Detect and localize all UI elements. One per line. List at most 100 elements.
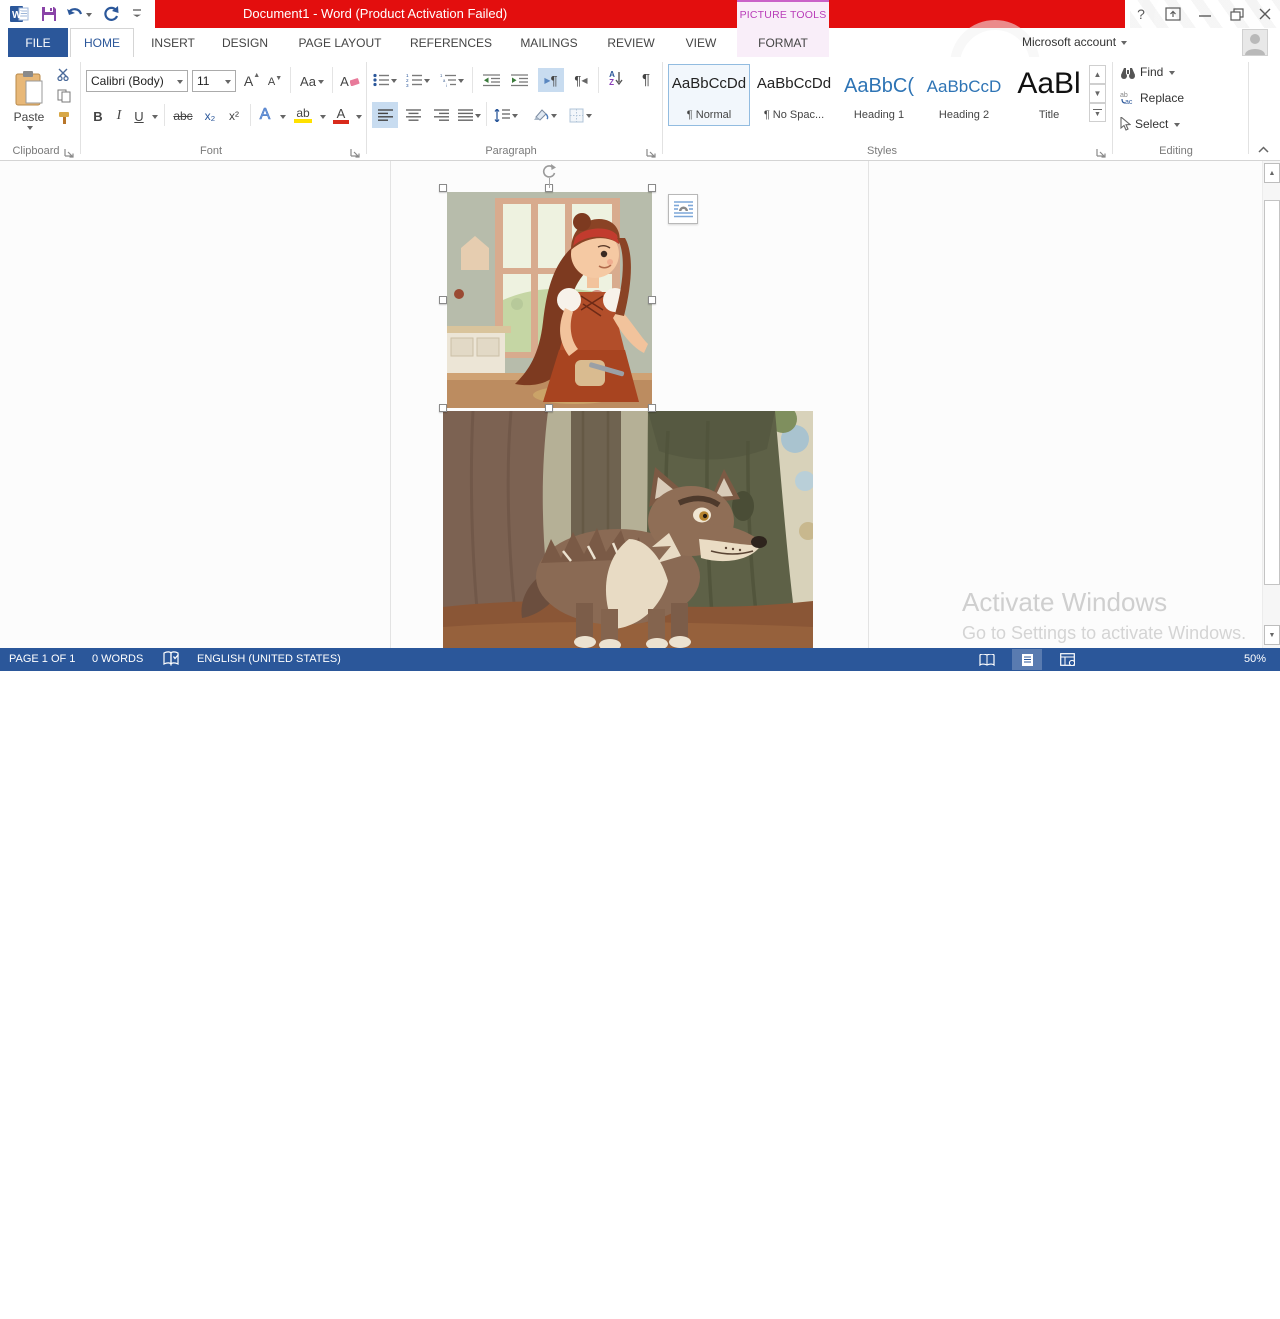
underline-caret[interactable] <box>148 104 160 128</box>
styles-dialog-launcher[interactable] <box>1096 146 1107 158</box>
tab-page-layout[interactable]: PAGE LAYOUT <box>286 28 394 57</box>
page-indicator[interactable]: PAGE 1 OF 1 <box>9 653 75 665</box>
line-spacing-button[interactable] <box>490 102 522 128</box>
font-size-combobox[interactable]: 11 <box>192 70 236 92</box>
text-effects-caret[interactable] <box>276 104 288 128</box>
bold-button[interactable]: B <box>88 104 108 128</box>
rotation-handle[interactable] <box>541 163 557 179</box>
justify-button[interactable] <box>456 102 482 128</box>
strikethrough-button[interactable]: abc <box>168 104 198 128</box>
collapse-ribbon-button[interactable] <box>1252 141 1274 157</box>
resize-handle-bottom-center[interactable] <box>545 404 553 412</box>
change-case-button[interactable]: Aa <box>294 70 330 92</box>
undo-icon[interactable] <box>64 3 94 25</box>
show-hide-pilcrow-button[interactable]: ¶ <box>634 66 658 92</box>
font-color-caret[interactable] <box>352 104 364 128</box>
style-normal[interactable]: AaBbCcDd ¶ Normal <box>668 64 750 126</box>
resize-handle-middle-left[interactable] <box>439 296 447 304</box>
proofing-status-icon[interactable] <box>163 651 180 669</box>
text-highlight-button[interactable]: ab <box>290 102 316 128</box>
tab-insert[interactable]: INSERT <box>142 28 204 57</box>
tab-design[interactable]: DESIGN <box>212 28 278 57</box>
tab-file[interactable]: FILE <box>8 28 68 57</box>
zoom-out-button[interactable] <box>1080 1296 1100 1319</box>
clipboard-dialog-launcher[interactable] <box>64 146 75 158</box>
sort-button[interactable]: AZ <box>602 66 630 92</box>
resize-handle-middle-right[interactable] <box>648 296 656 304</box>
copy-button[interactable] <box>52 87 76 105</box>
paste-button[interactable]: Paste <box>6 62 52 140</box>
read-mode-button[interactable] <box>972 649 1002 670</box>
help-button[interactable]: ? <box>1126 0 1156 28</box>
word-app-icon[interactable]: W <box>8 3 32 25</box>
resize-handle-top-right[interactable] <box>648 184 656 192</box>
document-canvas[interactable]: Activate Windows Go to Settings to activ… <box>0 161 1280 648</box>
save-icon[interactable] <box>38 3 60 25</box>
numbering-button[interactable]: 123 <box>404 68 432 92</box>
clear-formatting-button[interactable]: A <box>336 70 364 92</box>
resize-handle-bottom-right[interactable] <box>648 404 656 412</box>
style-heading-1[interactable]: AaBbC( Heading 1 <box>838 64 920 126</box>
style-title[interactable]: AaBl Title <box>1008 64 1090 126</box>
resize-handle-top-left[interactable] <box>439 184 447 192</box>
decrease-indent-button[interactable] <box>478 68 504 92</box>
zoom-slider-thumb[interactable] <box>1130 1301 1136 1314</box>
subscript-button[interactable]: x₂ <box>198 104 222 128</box>
girl-picture[interactable] <box>447 192 652 408</box>
text-highlight-caret[interactable] <box>316 104 328 128</box>
close-button[interactable] <box>1252 0 1278 28</box>
zoom-in-button[interactable] <box>1218 1296 1238 1319</box>
tab-references[interactable]: REFERENCES <box>400 28 502 57</box>
restore-button[interactable] <box>1222 0 1252 28</box>
minimize-button[interactable] <box>1190 0 1220 28</box>
redo-icon[interactable] <box>100 3 122 25</box>
style-heading-2[interactable]: AaBbCcD Heading 2 <box>923 64 1005 126</box>
paragraph-dialog-launcher[interactable] <box>646 146 657 158</box>
select-button[interactable]: Select <box>1120 117 1181 131</box>
increase-indent-button[interactable] <box>506 68 532 92</box>
resize-handle-bottom-left[interactable] <box>439 404 447 412</box>
format-painter-button[interactable] <box>52 109 76 127</box>
zoom-level[interactable]: 50% <box>1244 653 1266 665</box>
word-count[interactable]: 0 WORDS <box>92 653 143 665</box>
borders-button[interactable] <box>564 102 596 128</box>
font-name-combobox[interactable]: Calibri (Body) <box>86 70 188 92</box>
bullets-button[interactable] <box>372 68 398 92</box>
wolf-picture[interactable] <box>443 411 813 648</box>
text-effects-button[interactable]: A <box>254 102 276 128</box>
cut-button[interactable] <box>52 65 76 83</box>
ribbon-display-options-button[interactable] <box>1158 0 1188 28</box>
language-indicator[interactable]: ENGLISH (UNITED STATES) <box>197 653 341 665</box>
scroll-up-button[interactable]: ▲ <box>1264 163 1280 183</box>
replace-button[interactable]: ab ac Replace <box>1120 91 1184 105</box>
align-right-button[interactable] <box>428 102 454 128</box>
grow-font-button[interactable]: A ▲ <box>240 70 264 92</box>
tab-review[interactable]: REVIEW <box>596 28 666 57</box>
align-left-button[interactable] <box>372 102 398 128</box>
italic-button[interactable]: I <box>110 104 128 128</box>
align-center-button[interactable] <box>400 102 426 128</box>
ltr-text-direction-button[interactable]: ▶ ¶ <box>538 68 564 92</box>
shrink-font-button[interactable]: A ▼ <box>264 72 286 92</box>
tab-mailings[interactable]: MAILINGS <box>508 28 590 57</box>
style-no-spacing[interactable]: AaBbCcDd ¶ No Spac... <box>753 64 835 126</box>
tab-view[interactable]: VIEW <box>672 28 730 57</box>
vertical-scrollbar[interactable]: ▲ ▼ <box>1262 161 1280 648</box>
shading-button[interactable] <box>528 102 560 128</box>
account-avatar[interactable] <box>1242 29 1268 56</box>
styles-scroll-up-button[interactable]: ▲ <box>1089 65 1106 84</box>
web-layout-button[interactable] <box>1052 649 1082 670</box>
styles-more-button[interactable]: ▼ <box>1089 103 1106 122</box>
tab-home[interactable]: HOME <box>70 28 134 57</box>
font-color-button[interactable]: A <box>330 102 352 128</box>
scroll-down-button[interactable]: ▼ <box>1264 625 1280 645</box>
qat-customize-icon[interactable] <box>128 3 146 25</box>
font-dialog-launcher[interactable] <box>350 146 361 158</box>
print-layout-button[interactable] <box>1012 649 1042 670</box>
styles-scroll-down-button[interactable]: ▼ <box>1089 84 1106 103</box>
microsoft-account-menu[interactable]: Microsoft account <box>1022 35 1128 49</box>
layout-options-button[interactable] <box>668 194 698 224</box>
scrollbar-thumb[interactable] <box>1264 200 1280 585</box>
tab-format[interactable]: FORMAT <box>737 28 829 57</box>
superscript-button[interactable]: x² <box>222 104 246 128</box>
